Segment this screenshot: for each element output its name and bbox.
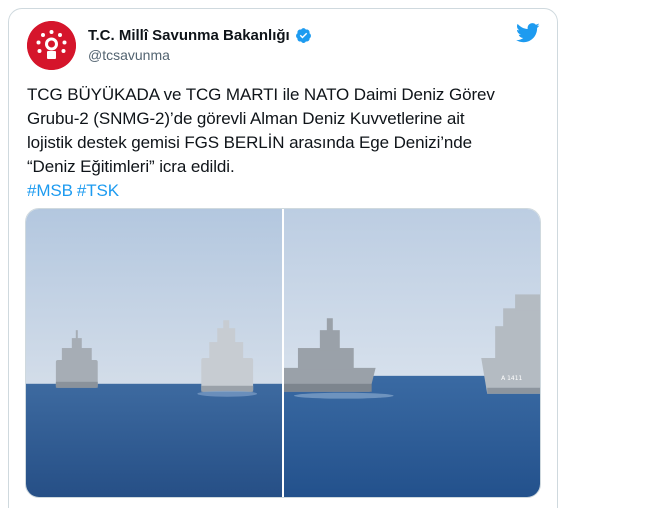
tweet-text-line: TCG BÜYÜKADA ve TCG MARTI ile NATO Daimi… <box>27 85 495 104</box>
tweet-text: TCG BÜYÜKADA ve TCG MARTI ile NATO Daimi… <box>27 83 547 203</box>
ships-photo-left[interactable] <box>26 209 282 497</box>
tweet-text-line: lojistik destek gemisi FGS BERLİN arasın… <box>27 133 472 152</box>
tweet-text-line: Grubu-2 (SNMG-2)’de görevli Alman Deniz … <box>27 109 465 128</box>
ministry-emblem-icon <box>27 21 76 70</box>
hashtags: #MSB #TSK <box>27 179 547 203</box>
ships-photo-icon: A 1411 <box>284 209 540 497</box>
media-grid: A 1411 <box>25 208 541 498</box>
hashtag-link-msb[interactable]: #MSB <box>27 181 73 200</box>
ships-photo-right[interactable]: A 1411 <box>284 209 540 497</box>
verified-badge-icon <box>295 28 311 43</box>
account-handle[interactable]: @tcsavunma <box>88 47 170 63</box>
twitter-bird-icon[interactable] <box>516 23 540 43</box>
tweet-card[interactable]: T.C. Millî Savunma Bakanlığı @tcsavunma … <box>8 8 558 508</box>
hashtag-link-tsk[interactable]: #TSK <box>77 181 119 200</box>
hull-number-label: A 1411 <box>501 375 522 382</box>
tweet-text-line: “Deniz Eğitimleri” icra edildi. <box>27 157 235 176</box>
ships-photo-icon <box>26 209 282 497</box>
avatar[interactable] <box>27 21 76 70</box>
display-name[interactable]: T.C. Millî Savunma Bakanlığı <box>88 27 290 44</box>
